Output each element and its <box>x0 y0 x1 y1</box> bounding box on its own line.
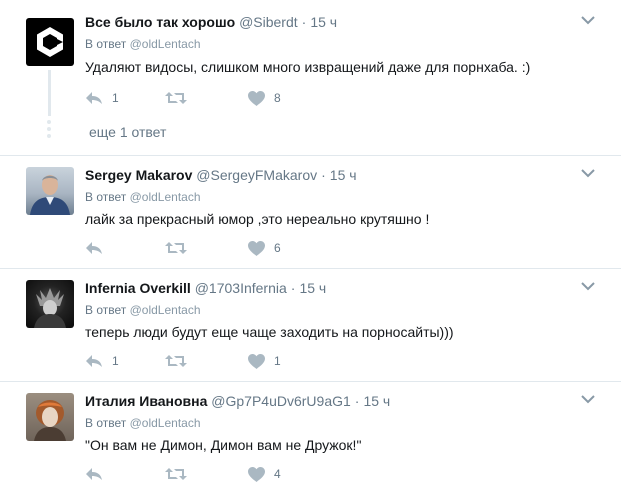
timestamp[interactable]: 15 ч <box>310 14 337 30</box>
retweet-icon <box>165 355 187 367</box>
heart-icon <box>248 240 265 256</box>
tweet-actions: 4 <box>85 464 385 484</box>
like-count: 1 <box>274 354 281 368</box>
reply-to-link[interactable]: @oldLentach <box>130 303 201 317</box>
thread-line <box>48 70 51 116</box>
reply-count: 1 <box>112 354 119 368</box>
reply-icon <box>86 468 102 480</box>
retweet-button[interactable] <box>165 464 187 484</box>
avatar[interactable] <box>26 393 74 441</box>
like-count: 4 <box>274 467 281 481</box>
reply-button[interactable]: 1 <box>85 351 119 371</box>
like-count: 8 <box>274 91 281 105</box>
tweet-actions: 6 <box>85 238 385 258</box>
tweet-header: Все было так хорошо @Siberdt · 15 ч <box>85 13 337 31</box>
like-button[interactable]: 4 <box>248 464 281 484</box>
reply-button[interactable] <box>85 238 103 258</box>
tweet-text: "Он вам не Димон, Димон вам не Дружок!" <box>85 437 362 453</box>
reply-icon <box>86 355 102 367</box>
reply-button[interactable]: 1 <box>85 88 119 108</box>
chevron-down-icon[interactable] <box>580 281 596 291</box>
user-handle[interactable]: @SergeyFMakarov <box>196 167 317 183</box>
reply-icon <box>86 92 102 104</box>
tweet-text: теперь люди будут еще чаще заходить на п… <box>85 324 454 340</box>
thread-dot <box>47 134 51 138</box>
tweet-text: лайк за прекрасный юмор ,это нереально к… <box>85 211 430 227</box>
user-handle[interactable]: @1703Infernia <box>195 280 287 296</box>
reply-prefix: В ответ <box>85 303 127 317</box>
heart-icon <box>248 90 265 106</box>
thread-dot <box>47 120 51 124</box>
retweet-icon <box>165 242 187 254</box>
reply-icon <box>86 242 102 254</box>
reply-to-link[interactable]: @oldLentach <box>130 416 201 430</box>
reply-to-link[interactable]: @oldLentach <box>130 37 201 51</box>
reply-context: В ответ @oldLentach <box>85 416 201 430</box>
divider <box>0 268 621 269</box>
retweet-button[interactable] <box>165 238 187 258</box>
user-name[interactable]: Infernia Overkill <box>85 280 191 296</box>
user-handle[interactable]: @Siberdt <box>239 14 298 30</box>
reply-prefix: В ответ <box>85 37 127 51</box>
user-name[interactable]: Все было так хорошо <box>85 14 235 30</box>
reply-button[interactable] <box>85 464 103 484</box>
reply-prefix: В ответ <box>85 190 127 204</box>
retweet-icon <box>165 468 187 480</box>
tweet-actions: 1 8 <box>85 88 385 108</box>
timestamp[interactable]: 15 ч <box>330 167 357 183</box>
reply-context: В ответ @oldLentach <box>85 190 201 204</box>
heart-icon <box>248 466 265 482</box>
avatar-photo <box>30 175 70 215</box>
chevron-down-icon[interactable] <box>580 15 596 25</box>
user-name[interactable]: Италия Ивановна <box>85 393 207 409</box>
avatar-photo <box>34 400 66 441</box>
separator-dot: · <box>290 280 296 296</box>
tweet-header: Италия Ивановна @Gp7P4uDv6rU9aG1 · 15 ч <box>85 392 390 410</box>
tweet-text: Удаляют видосы, слишком много извращений… <box>85 59 531 75</box>
reply-context: В ответ @oldLentach <box>85 303 201 317</box>
like-button[interactable]: 1 <box>248 351 281 371</box>
timestamp[interactable]: 15 ч <box>363 393 390 409</box>
tweet-actions: 1 1 <box>85 351 385 371</box>
retweet-button[interactable] <box>165 351 187 371</box>
timestamp[interactable]: 15 ч <box>299 280 326 296</box>
reply-count: 1 <box>112 91 119 105</box>
tweet-header: Infernia Overkill @1703Infernia · 15 ч <box>85 279 326 297</box>
retweet-icon <box>165 92 187 104</box>
user-handle[interactable]: @Gp7P4uDv6rU9aG1 <box>211 393 351 409</box>
like-button[interactable]: 8 <box>248 88 281 108</box>
like-button[interactable]: 6 <box>248 238 281 258</box>
retweet-button[interactable] <box>165 88 187 108</box>
chevron-down-icon[interactable] <box>580 394 596 404</box>
show-more-replies-link[interactable]: еще 1 ответ <box>89 124 166 140</box>
avatar[interactable] <box>26 18 74 66</box>
reply-context: В ответ @oldLentach <box>85 37 201 51</box>
tweet-header: Sergey Makarov @SergeyFMakarov · 15 ч <box>85 166 357 184</box>
heart-icon <box>248 353 265 369</box>
separator-dot: · <box>321 167 326 183</box>
like-count: 6 <box>274 241 281 255</box>
user-name[interactable]: Sergey Makarov <box>85 167 192 183</box>
divider <box>0 381 621 382</box>
separator-dot: · <box>354 393 360 409</box>
avatar[interactable] <box>26 167 74 215</box>
avatar[interactable] <box>26 280 74 328</box>
reply-prefix: В ответ <box>85 416 127 430</box>
divider <box>0 155 621 156</box>
brand-logo-icon <box>37 27 63 57</box>
separator-dot: · <box>301 14 307 30</box>
reply-to-link[interactable]: @oldLentach <box>130 190 201 204</box>
thread-dot <box>47 127 51 131</box>
chevron-down-icon[interactable] <box>580 168 596 178</box>
avatar-photo <box>34 288 66 328</box>
